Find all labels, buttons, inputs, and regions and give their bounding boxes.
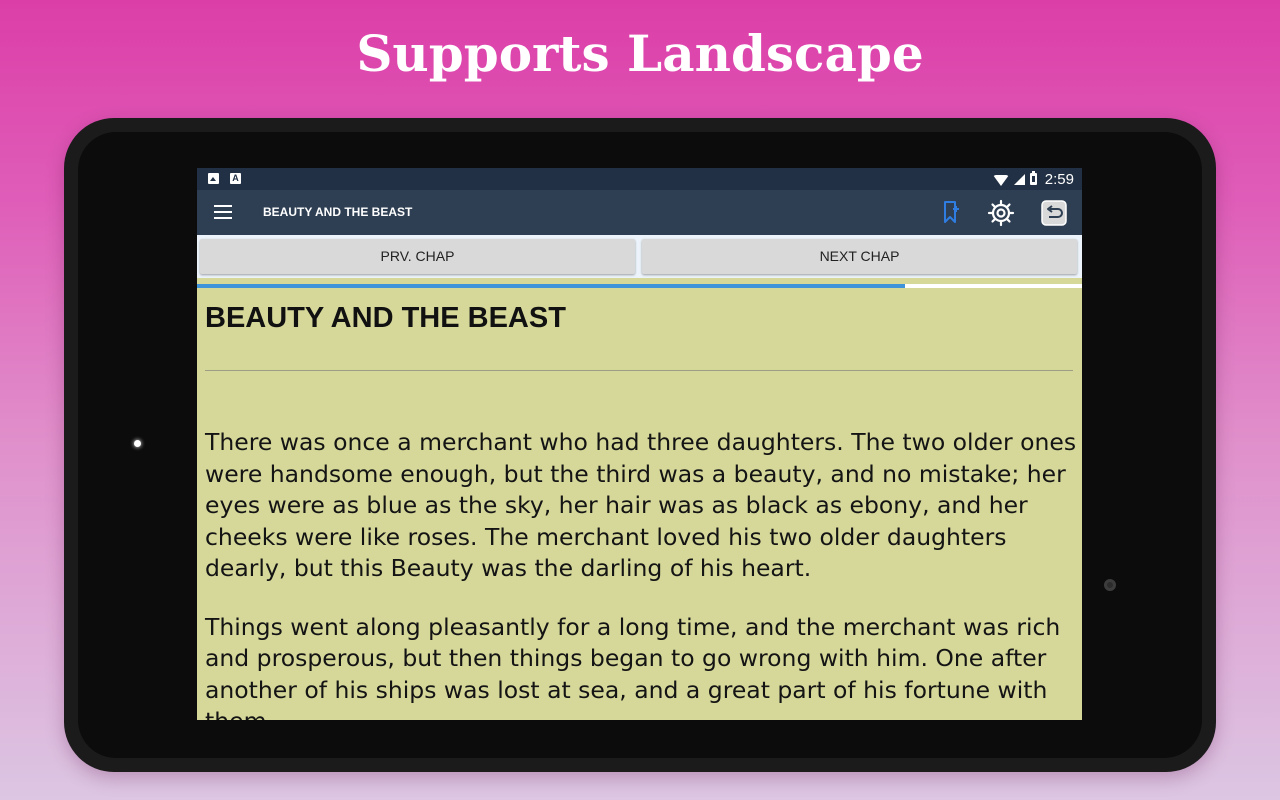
status-bar: A 2:59 bbox=[197, 168, 1082, 190]
battery-icon bbox=[1029, 171, 1037, 185]
tablet-sensor-light bbox=[134, 440, 141, 447]
body-paragraph: Things went along pleasantly for a long … bbox=[205, 612, 1061, 721]
heading-divider bbox=[205, 370, 1073, 371]
chapter-heading: BEAUTY AND THE BEAST bbox=[205, 302, 566, 334]
undo-icon[interactable] bbox=[1041, 200, 1067, 226]
bookmark-icon[interactable] bbox=[942, 200, 962, 226]
gear-icon[interactable] bbox=[987, 199, 1015, 227]
reading-progress-bar bbox=[197, 284, 1082, 288]
app-bar: BEAUTY AND THE BEAST bbox=[197, 190, 1082, 235]
text-icon-glyph: A bbox=[232, 173, 239, 183]
wifi-icon bbox=[992, 174, 1009, 186]
image-icon bbox=[208, 173, 219, 184]
signal-icon bbox=[1013, 173, 1025, 185]
prev-chapter-button[interactable]: PRV. CHAP bbox=[200, 239, 635, 274]
text-icon: A bbox=[230, 173, 241, 184]
promo-headline: Supports Landscape bbox=[356, 24, 924, 83]
next-chapter-button[interactable]: NEXT CHAP bbox=[642, 239, 1077, 274]
hamburger-menu-icon[interactable] bbox=[214, 205, 232, 219]
reading-content[interactable]: BEAUTY AND THE BEAST There was once a me… bbox=[197, 292, 1082, 720]
reading-progress-fill bbox=[197, 284, 905, 288]
status-time: 2:59 bbox=[1044, 170, 1074, 188]
status-system-icons: 2:59 bbox=[992, 168, 1074, 190]
app-bar-title: BEAUTY AND THE BEAST bbox=[263, 205, 413, 219]
body-paragraph: There was once a merchant who had three … bbox=[205, 428, 1077, 582]
chapter-body: There was once a merchant who had three … bbox=[205, 427, 1082, 720]
chapter-nav-bar: PRV. CHAP NEXT CHAP bbox=[197, 235, 1082, 278]
tablet-camera bbox=[1104, 579, 1116, 591]
device-screen: A 2:59 BEAUTY AND THE BEAST PRV. CHAP NE… bbox=[197, 168, 1082, 720]
